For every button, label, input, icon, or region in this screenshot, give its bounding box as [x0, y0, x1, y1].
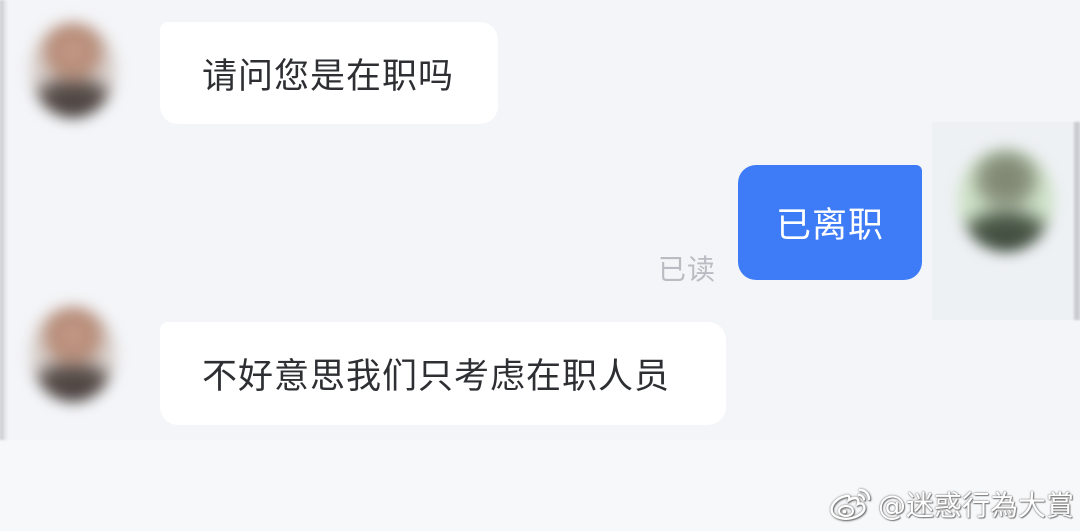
weibo-watermark: @迷惑行為大賞 [828, 484, 1074, 524]
recruiter-avatar[interactable] [30, 306, 116, 402]
chat-panel: 请问您是在职吗 已离职 已读 不好意思我们只考虑在职人员 [0, 0, 1080, 440]
panel-left-edge [0, 0, 8, 440]
watermark-text: @迷惑行為大賞 [878, 489, 1075, 522]
screenshot-stage: 请问您是在职吗 已离职 已读 不好意思我们只考虑在职人员 @迷惑行為大賞 [0, 0, 1080, 531]
read-status-label: 已读 [658, 253, 717, 286]
message-bubble-incoming[interactable]: 不好意思我们只考虑在职人员 [160, 322, 726, 425]
recruiter-avatar[interactable] [30, 22, 116, 118]
message-bubble-incoming[interactable]: 请问您是在职吗 [160, 22, 498, 124]
user-avatar[interactable] [958, 148, 1054, 252]
weibo-icon [830, 488, 871, 520]
message-bubble-outgoing[interactable]: 已离职 [738, 165, 922, 280]
message-text: 已离职 [775, 206, 884, 246]
message-text: 不好意思我们只考虑在职人员 [202, 357, 671, 397]
panel-right-edge [1074, 122, 1080, 320]
message-text: 请问您是在职吗 [202, 56, 455, 97]
